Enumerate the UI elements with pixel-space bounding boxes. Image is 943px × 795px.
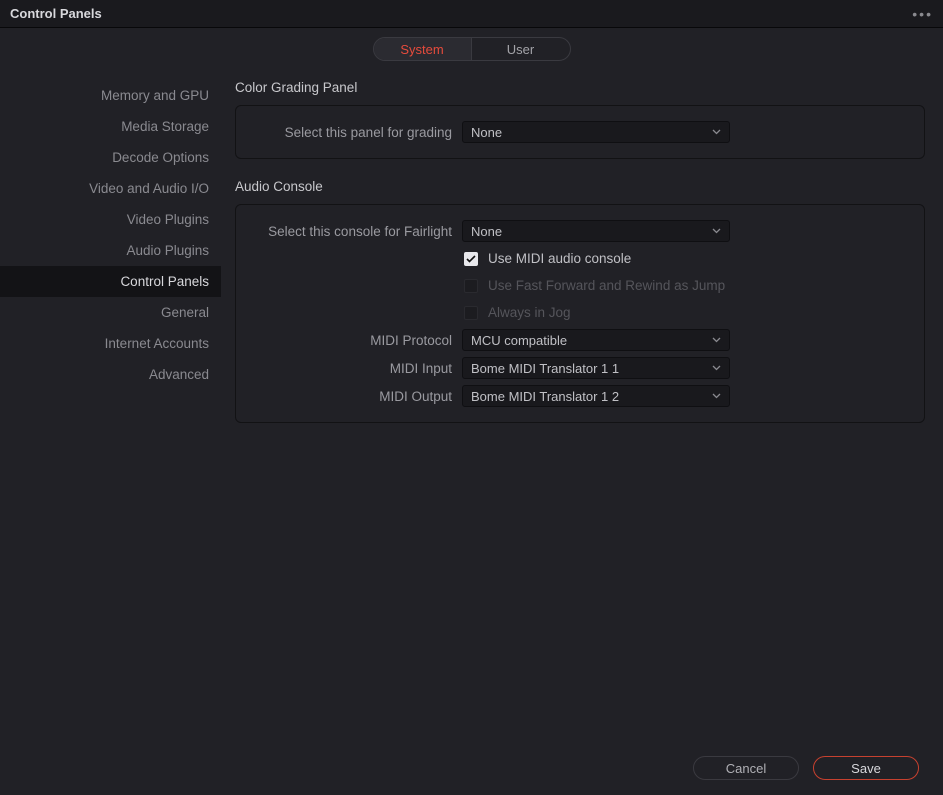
chevron-down-icon bbox=[711, 127, 721, 137]
chevron-down-icon bbox=[711, 335, 721, 345]
label-midi-output: MIDI Output bbox=[236, 389, 462, 404]
select-panel-grading[interactable]: None bbox=[462, 121, 730, 143]
chevron-down-icon bbox=[711, 391, 721, 401]
chevron-down-icon bbox=[711, 226, 721, 236]
tab-bar: System User bbox=[0, 28, 943, 70]
tab-segment: System User bbox=[373, 37, 571, 61]
checkbox-always-jog bbox=[464, 306, 478, 320]
sidebar-item-advanced[interactable]: Advanced bbox=[0, 359, 221, 390]
footer: Cancel Save bbox=[0, 741, 943, 795]
save-button[interactable]: Save bbox=[813, 756, 919, 780]
label-midi-protocol: MIDI Protocol bbox=[236, 333, 462, 348]
options-menu-icon[interactable]: ••• bbox=[912, 6, 933, 22]
label-use-midi: Use MIDI audio console bbox=[488, 251, 631, 266]
tab-system[interactable]: System bbox=[374, 38, 472, 60]
section-title-audio-console: Audio Console bbox=[235, 179, 925, 194]
sidebar-item-memory-and-gpu[interactable]: Memory and GPU bbox=[0, 80, 221, 111]
label-select-console-fairlight: Select this console for Fairlight bbox=[236, 224, 462, 239]
cancel-button[interactable]: Cancel bbox=[693, 756, 799, 780]
audio-console-panel: Select this console for Fairlight None U… bbox=[235, 204, 925, 423]
row-select-panel-grading: Select this panel for grading None bbox=[236, 118, 908, 146]
checkbox-ff-rewind bbox=[464, 279, 478, 293]
sidebar-item-video-plugins[interactable]: Video Plugins bbox=[0, 204, 221, 235]
row-always-jog: Always in Jog bbox=[236, 299, 908, 326]
window-title: Control Panels bbox=[10, 6, 102, 21]
row-midi-input: MIDI Input Bome MIDI Translator 1 1 bbox=[236, 354, 908, 382]
select-midi-protocol-value: MCU compatible bbox=[471, 333, 567, 348]
row-ff-rewind: Use Fast Forward and Rewind as Jump bbox=[236, 272, 908, 299]
sidebar-item-control-panels[interactable]: Control Panels bbox=[0, 266, 221, 297]
label-always-jog: Always in Jog bbox=[488, 305, 571, 320]
select-midi-protocol[interactable]: MCU compatible bbox=[462, 329, 730, 351]
select-midi-input-value: Bome MIDI Translator 1 1 bbox=[471, 361, 619, 376]
content-area: Memory and GPU Media Storage Decode Opti… bbox=[0, 70, 943, 795]
checkbox-use-midi[interactable] bbox=[464, 252, 478, 266]
tab-user[interactable]: User bbox=[472, 38, 570, 60]
chevron-down-icon bbox=[711, 363, 721, 373]
select-midi-output-value: Bome MIDI Translator 1 2 bbox=[471, 389, 619, 404]
section-title-color-grading: Color Grading Panel bbox=[235, 80, 925, 95]
select-console-fairlight[interactable]: None bbox=[462, 220, 730, 242]
row-select-console-fairlight: Select this console for Fairlight None bbox=[236, 217, 908, 245]
label-midi-input: MIDI Input bbox=[236, 361, 462, 376]
select-console-fairlight-value: None bbox=[471, 224, 502, 239]
sidebar-item-internet-accounts[interactable]: Internet Accounts bbox=[0, 328, 221, 359]
select-midi-output[interactable]: Bome MIDI Translator 1 2 bbox=[462, 385, 730, 407]
sidebar-item-decode-options[interactable]: Decode Options bbox=[0, 142, 221, 173]
sidebar-item-media-storage[interactable]: Media Storage bbox=[0, 111, 221, 142]
sidebar-item-general[interactable]: General bbox=[0, 297, 221, 328]
sidebar: Memory and GPU Media Storage Decode Opti… bbox=[0, 70, 221, 741]
row-use-midi: Use MIDI audio console bbox=[236, 245, 908, 272]
main-panel: Color Grading Panel Select this panel fo… bbox=[221, 70, 943, 741]
sidebar-item-audio-plugins[interactable]: Audio Plugins bbox=[0, 235, 221, 266]
row-midi-output: MIDI Output Bome MIDI Translator 1 2 bbox=[236, 382, 908, 410]
titlebar: Control Panels ••• bbox=[0, 0, 943, 28]
select-midi-input[interactable]: Bome MIDI Translator 1 1 bbox=[462, 357, 730, 379]
select-panel-grading-value: None bbox=[471, 125, 502, 140]
color-grading-panel: Select this panel for grading None bbox=[235, 105, 925, 159]
sidebar-item-video-audio-io[interactable]: Video and Audio I/O bbox=[0, 173, 221, 204]
row-midi-protocol: MIDI Protocol MCU compatible bbox=[236, 326, 908, 354]
label-ff-rewind: Use Fast Forward and Rewind as Jump bbox=[488, 278, 725, 293]
label-select-panel-grading: Select this panel for grading bbox=[236, 125, 462, 140]
